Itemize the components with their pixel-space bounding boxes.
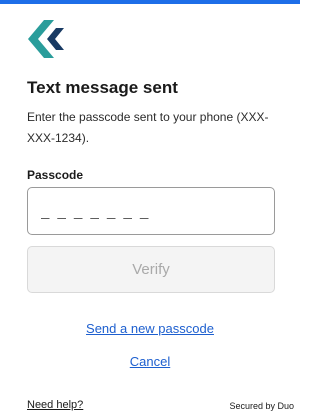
passcode-input[interactable] [27,187,275,235]
cancel-row: Cancel [0,354,300,369]
instructions-text: Enter the passcode sent to your phone (X… [27,110,269,145]
cancel-link[interactable]: Cancel [130,354,170,369]
top-accent-bar [0,0,300,4]
duo-logo-icon [26,20,66,58]
secured-by-duo-text: Secured by Duo [229,401,294,411]
passcode-label: Passcode [27,168,84,182]
send-new-passcode-row: Send a new passcode [0,321,300,336]
need-help-link[interactable]: Need help? [27,399,83,411]
verify-button[interactable]: Verify [27,246,275,293]
send-new-passcode-link[interactable]: Send a new passcode [86,321,214,336]
page-title: Text message sent [27,78,178,97]
